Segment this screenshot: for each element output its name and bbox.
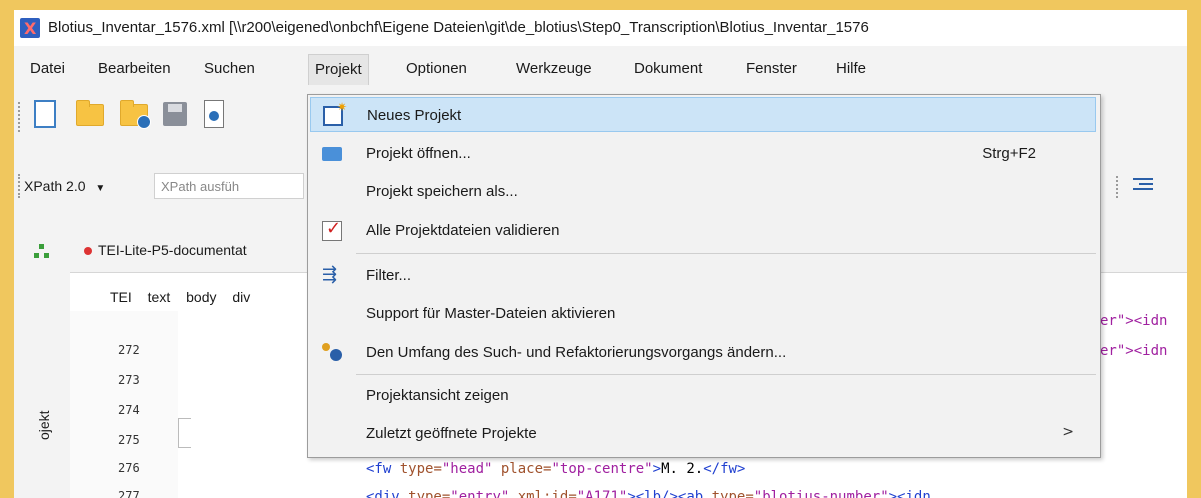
- window-title: Blotius_Inventar_1576.xml [\\r200\eigene…: [48, 19, 869, 36]
- folder-icon: [76, 100, 104, 126]
- toolbar-grip[interactable]: [18, 174, 23, 198]
- menu-item-filter[interactable]: ⇶ Filter...: [310, 258, 1096, 293]
- save-icon: [163, 102, 187, 126]
- filter-icon: ⇶: [322, 264, 338, 285]
- line-number: 272: [118, 343, 140, 357]
- menu-separator: [356, 374, 1096, 375]
- line-number: 274: [118, 403, 140, 417]
- tab-label: TEI-Lite-P5-documentat: [98, 242, 247, 258]
- menu-bar: Datei Bearbeiten Suchen Projekt Optionen…: [14, 54, 1187, 85]
- menu-item-label: Projektansicht zeigen: [366, 387, 509, 404]
- current-line-marker: [178, 418, 191, 448]
- folder-url-icon: [120, 100, 151, 129]
- page-globe-icon: [204, 100, 224, 128]
- folder-icon: [322, 147, 342, 161]
- xpath-placeholder: XPath ausfüh: [161, 179, 240, 194]
- breadcrumb-item[interactable]: TEI: [110, 289, 132, 305]
- modified-dot-icon: [84, 247, 92, 256]
- breadcrumb-item[interactable]: text: [148, 289, 171, 305]
- menu-item-projektdateien-validieren[interactable]: Alle Projektdateien validieren: [310, 213, 1096, 248]
- line-number: 277: [118, 489, 140, 498]
- menu-item-label: Zuletzt geöffnete Projekte: [366, 425, 537, 442]
- format-indent-icon[interactable]: [1133, 175, 1153, 197]
- new-document-icon: [34, 100, 56, 128]
- menu-item-projekt-oeffnen[interactable]: Projekt öffnen... Strg+F2: [310, 136, 1096, 171]
- new-project-icon: [323, 100, 347, 126]
- menu-item-label: Support für Master-Dateien aktivieren: [366, 305, 616, 322]
- menu-item-label: Projekt öffnen...: [366, 145, 471, 162]
- menu-suchen[interactable]: Suchen: [198, 54, 261, 84]
- save-to-url-button[interactable]: [198, 98, 230, 134]
- code-line-271: er"><idn: [1100, 313, 1168, 329]
- menu-item-label: Filter...: [366, 267, 412, 284]
- menu-item-umfang-aendern[interactable]: Den Umfang des Such- und Refaktorierungs…: [310, 335, 1096, 370]
- xpath-input[interactable]: XPath ausfüh: [154, 173, 304, 199]
- open-url-button[interactable]: [118, 98, 151, 134]
- tab-tei-lite[interactable]: TEI-Lite-P5-documentat: [84, 242, 247, 258]
- menu-item-label: Den Umfang des Such- und Refaktorierungs…: [366, 344, 787, 361]
- code-line-276: <fw type="head" place="top-centre">M. 2.…: [366, 461, 746, 477]
- project-panel-label[interactable]: ojekt: [36, 410, 52, 440]
- line-number: 276: [118, 461, 140, 475]
- menu-datei[interactable]: Datei: [24, 54, 71, 84]
- menu-item-label: Projekt speichern als...: [366, 183, 518, 200]
- open-button[interactable]: [74, 98, 106, 134]
- chevron-down-icon: ▼: [95, 183, 106, 194]
- menu-separator: [356, 253, 1096, 254]
- breadcrumb-item[interactable]: div: [232, 289, 250, 305]
- submenu-arrow-icon: >: [1062, 424, 1074, 440]
- menu-hilfe[interactable]: Hilfe: [830, 54, 872, 84]
- xpath-version-select[interactable]: XPath 2.0 ▼: [24, 173, 105, 199]
- xpath-version-label: XPath 2.0: [24, 178, 86, 194]
- save-button[interactable]: [160, 98, 192, 134]
- menu-item-zuletzt-geoeffnet[interactable]: Zuletzt geöffnete Projekte >: [310, 416, 1096, 451]
- menu-bearbeiten[interactable]: Bearbeiten: [92, 54, 177, 84]
- line-number: 275: [118, 433, 140, 447]
- menu-optionen[interactable]: Optionen: [400, 54, 473, 84]
- toolbar-grip[interactable]: [1116, 176, 1121, 198]
- toolbar-grip[interactable]: [18, 102, 23, 132]
- new-document-button[interactable]: [30, 98, 62, 134]
- oxygen-app-icon[interactable]: X: [20, 18, 40, 38]
- scope-icon: [322, 343, 342, 363]
- code-line-272: er"><idn: [1100, 343, 1168, 359]
- validate-icon: [322, 218, 342, 241]
- menu-dokument[interactable]: Dokument: [628, 54, 708, 84]
- line-number: 273: [118, 373, 140, 387]
- menu-projekt[interactable]: Projekt: [308, 54, 369, 85]
- breadcrumb-item[interactable]: body: [186, 289, 216, 305]
- menu-item-projektansicht[interactable]: Projektansicht zeigen: [310, 378, 1096, 413]
- menu-werkzeuge[interactable]: Werkzeuge: [510, 54, 598, 84]
- title-bar: X Blotius_Inventar_1576.xml [\\r200\eige…: [14, 10, 1187, 46]
- menu-item-label: Alle Projektdateien validieren: [366, 222, 560, 239]
- app-window: X Blotius_Inventar_1576.xml [\\r200\eige…: [14, 10, 1187, 498]
- menu-item-master-dateien[interactable]: Support für Master-Dateien aktivieren: [310, 296, 1096, 331]
- shortcut-label: Strg+F2: [982, 145, 1036, 162]
- breadcrumb: TEI text body div: [110, 289, 262, 305]
- menu-item-neues-projekt[interactable]: Neues Projekt: [310, 97, 1096, 132]
- projekt-menu-dropdown: Neues Projekt Projekt öffnen... Strg+F2 …: [307, 94, 1101, 458]
- menu-item-label: Neues Projekt: [367, 107, 462, 124]
- code-line-277: <div type="entry" xml:id="A171"><lb/><ab…: [366, 489, 931, 498]
- menu-fenster[interactable]: Fenster: [740, 54, 803, 84]
- menu-item-projekt-speichern-als[interactable]: Projekt speichern als...: [310, 174, 1096, 209]
- outline-icon[interactable]: [34, 244, 50, 260]
